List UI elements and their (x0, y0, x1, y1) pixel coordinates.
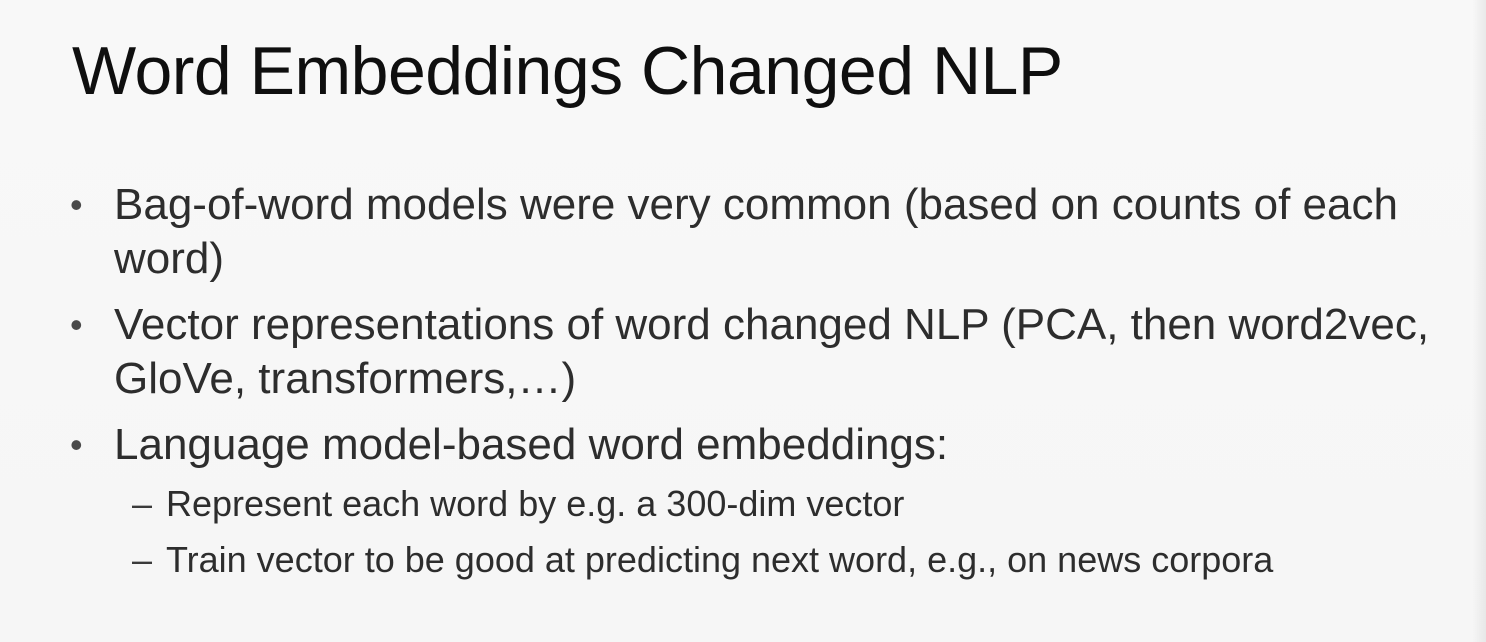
bullet-marker: • (70, 304, 83, 345)
bullet-item-1: • Bag-of-word models were very common (b… (70, 178, 1470, 286)
sub-bullet-text: Train vector to be good at predicting ne… (166, 539, 1274, 580)
bullet-text: Bag-of-word models were very common (bas… (114, 180, 1398, 283)
slide-edge-shadow (1472, 0, 1486, 642)
bullet-text: Language model-based word embeddings: (114, 420, 949, 469)
bullet-marker: • (70, 424, 83, 465)
bullet-item-3: • Language model-based word embeddings: (70, 418, 1470, 472)
sub-bullet-text: Represent each word by e.g. a 300-dim ve… (166, 483, 905, 524)
slide: Word Embeddings Changed NLP • Bag-of-wor… (0, 0, 1486, 642)
bullet-list: • Bag-of-word models were very common (b… (70, 178, 1470, 588)
bullet-item-2: • Vector representations of word changed… (70, 298, 1470, 406)
sub-bullet-marker: – (132, 539, 153, 580)
sub-bullet-item-1: – Represent each word by e.g. a 300-dim … (70, 476, 1470, 532)
sub-bullet-item-2: – Train vector to be good at predicting … (70, 532, 1470, 588)
slide-title: Word Embeddings Changed NLP (72, 33, 1063, 109)
bullet-marker: • (70, 184, 83, 225)
sub-bullet-marker: – (132, 483, 153, 524)
bullet-text: Vector representations of word changed N… (114, 300, 1430, 403)
